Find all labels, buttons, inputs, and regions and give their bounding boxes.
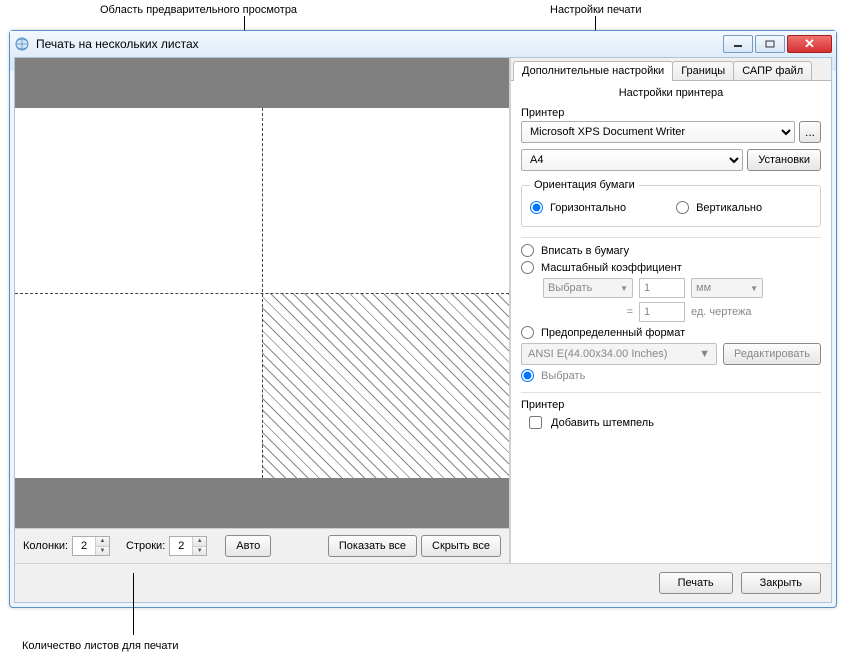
orientation-landscape[interactable]: Горизонтально <box>530 201 626 214</box>
rows-label: Строки: <box>126 540 165 552</box>
close-button[interactable]: ✕ <box>787 35 832 53</box>
dialog-window: Печать на нескольких листах ✕ <box>9 30 837 608</box>
printer-settings-button[interactable]: Установки <box>747 149 821 171</box>
maximize-button[interactable] <box>755 35 785 53</box>
preview-canvas[interactable] <box>15 58 509 528</box>
tab-body: Настройки принтера Принтер Microsoft XPS… <box>511 81 831 563</box>
paper-select[interactable]: A4 <box>521 149 743 171</box>
predefined-format-radio[interactable] <box>521 326 534 339</box>
select-radio[interactable] <box>521 369 534 382</box>
preview-margin-bottom <box>15 478 509 528</box>
printer-label-2: Принтер <box>521 399 821 411</box>
close-dialog-button[interactable]: Закрыть <box>741 572 821 594</box>
app-icon <box>14 36 30 52</box>
footer: Печать Закрыть <box>15 563 831 602</box>
fit-to-paper-option[interactable]: Вписать в бумагу <box>521 244 821 257</box>
columns-input[interactable] <box>73 537 95 555</box>
rows-up[interactable]: ▲ <box>193 537 206 547</box>
printer-settings-title: Настройки принтера <box>521 87 821 99</box>
tab-bounds[interactable]: Границы <box>672 61 734 80</box>
predefined-format-combo[interactable]: ANSI E(44.00x34.00 Inches)▼ <box>521 343 717 365</box>
rows-down[interactable]: ▼ <box>193 547 206 556</box>
scale-eq: = <box>543 306 633 318</box>
predefined-format-option[interactable]: Предопределенный формат <box>521 326 821 339</box>
preview-margin-top <box>15 58 509 108</box>
orientation-group: Ориентация бумаги Горизонтально Вертикал… <box>521 179 821 227</box>
window-title: Печать на нескольких листах <box>36 37 723 51</box>
annotation-print-settings: Настройки печати <box>550 4 642 16</box>
hide-all-button[interactable]: Скрыть все <box>421 535 501 557</box>
tab-cad-file[interactable]: САПР файл <box>733 61 812 80</box>
tabs: Дополнительные настройки Границы САПР фа… <box>511 58 831 81</box>
orientation-legend: Ориентация бумаги <box>530 179 639 191</box>
columns-up[interactable]: ▲ <box>96 537 109 547</box>
printer-browse-button[interactable]: ... <box>799 121 821 143</box>
scale-factor-radio[interactable] <box>521 261 534 274</box>
preview-hidden-tile <box>262 293 509 478</box>
add-stamp-checkbox[interactable] <box>529 416 542 429</box>
preview-controls: Колонки: ▲ ▼ Строки: ▲ ▼ <box>15 528 509 563</box>
orientation-portrait-radio[interactable] <box>676 201 689 214</box>
scale-factor-option[interactable]: Масштабный коэффициент <box>521 261 821 274</box>
printer-select[interactable]: Microsoft XPS Document Writer <box>521 121 795 143</box>
select-option[interactable]: Выбрать <box>521 369 821 382</box>
scale-value-1[interactable]: 1 <box>639 278 685 298</box>
rows-input[interactable] <box>170 537 192 555</box>
settings-column: Дополнительные настройки Границы САПР фа… <box>510 58 831 563</box>
scale-select-combo[interactable]: Выбрать▼ <box>543 278 633 298</box>
annotation-line-sheets <box>133 573 134 635</box>
columns-stepper[interactable]: ▲ ▼ <box>72 536 110 556</box>
auto-button[interactable]: Авто <box>225 535 271 557</box>
print-button[interactable]: Печать <box>659 572 733 594</box>
orientation-landscape-radio[interactable] <box>530 201 543 214</box>
printer-label: Принтер <box>521 107 821 119</box>
edit-format-button[interactable]: Редактировать <box>723 343 821 365</box>
rows-stepper[interactable]: ▲ ▼ <box>169 536 207 556</box>
columns-label: Колонки: <box>23 540 68 552</box>
preview-column: Колонки: ▲ ▼ Строки: ▲ ▼ <box>15 58 510 563</box>
preview-page-grid <box>15 108 509 478</box>
fit-to-paper-radio[interactable] <box>521 244 534 257</box>
annotation-preview-area: Область предварительного просмотра <box>100 4 297 16</box>
preview-divider-horizontal <box>15 293 509 294</box>
tab-additional[interactable]: Дополнительные настройки <box>513 61 673 80</box>
add-stamp-option[interactable]: Добавить штемпель <box>525 413 821 432</box>
show-all-button[interactable]: Показать все <box>328 535 417 557</box>
minimize-button[interactable] <box>723 35 753 53</box>
orientation-portrait[interactable]: Вертикально <box>676 201 762 214</box>
annotation-sheets-count: Количество листов для печати <box>22 640 178 652</box>
titlebar[interactable]: Печать на нескольких листах ✕ <box>10 31 836 57</box>
scale-value-2[interactable]: 1 <box>639 302 685 322</box>
scale-unit-drawing: ед. чертежа <box>691 306 752 318</box>
scale-unit-mm[interactable]: мм▼ <box>691 278 763 298</box>
columns-down[interactable]: ▼ <box>96 547 109 556</box>
